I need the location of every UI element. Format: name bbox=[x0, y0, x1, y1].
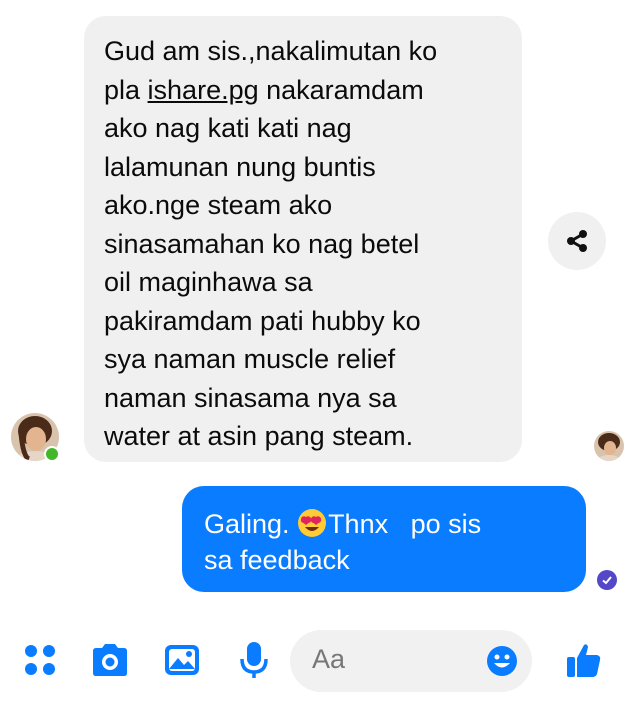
message-line: sinasamahan ko nag betel bbox=[104, 228, 420, 259]
message-text: Galing. bbox=[204, 509, 298, 539]
microphone-button[interactable] bbox=[234, 638, 274, 682]
microphone-icon bbox=[240, 642, 268, 678]
message-text: nakaramdam bbox=[258, 74, 424, 105]
read-receipt-avatar bbox=[594, 431, 624, 461]
seen-check-icon bbox=[597, 570, 617, 590]
incoming-message-bubble[interactable]: Gud am sis.,nakalimutan ko pla ishare.pg… bbox=[84, 16, 522, 462]
camera-button[interactable] bbox=[88, 638, 132, 682]
message-line: pla ishare.pg nakaramdam bbox=[104, 71, 502, 110]
message-line: water at asin pang steam. bbox=[104, 421, 414, 451]
emoji-icon[interactable] bbox=[486, 645, 518, 677]
message-line: ako nag kati kati nag bbox=[104, 113, 352, 143]
camera-icon bbox=[93, 644, 127, 676]
message-line: sa feedback bbox=[204, 545, 350, 575]
gallery-icon bbox=[165, 645, 199, 675]
avatar-photo bbox=[594, 431, 624, 461]
gallery-button[interactable] bbox=[160, 638, 204, 682]
message-line: ako.nge steam ako bbox=[104, 190, 333, 220]
message-line: naman sinasama nya sa bbox=[104, 382, 397, 413]
like-button[interactable] bbox=[562, 638, 606, 682]
message-text: Thnx po sis bbox=[328, 509, 482, 539]
heart-eyes-emoji bbox=[298, 509, 327, 537]
share-button[interactable] bbox=[548, 212, 606, 270]
menu-dots-icon bbox=[25, 645, 55, 675]
sender-avatar[interactable] bbox=[11, 413, 60, 462]
message-line: pakiramdam pati hubby ko bbox=[104, 305, 421, 336]
outgoing-message-bubble[interactable]: Galing. Thnx po sis sa feedback bbox=[182, 486, 586, 592]
message-line: Galing. Thnx po sis bbox=[204, 506, 586, 542]
thumbs-up-icon bbox=[567, 644, 601, 677]
message-input-placeholder: Aa bbox=[312, 644, 346, 674]
message-link[interactable]: ishare.pg bbox=[148, 75, 259, 105]
message-line: lalamunan nung buntis bbox=[104, 151, 376, 182]
online-status-dot bbox=[44, 446, 60, 462]
menu-dots-button[interactable] bbox=[20, 638, 60, 682]
message-line: Gud am sis.,nakalimutan ko bbox=[104, 36, 438, 66]
message-text: pla bbox=[104, 74, 148, 105]
share-icon bbox=[567, 230, 587, 252]
message-line: sya naman muscle relief bbox=[104, 344, 396, 374]
message-line: oil maginhawa sa bbox=[104, 267, 313, 297]
message-input[interactable]: Aa bbox=[290, 630, 532, 692]
